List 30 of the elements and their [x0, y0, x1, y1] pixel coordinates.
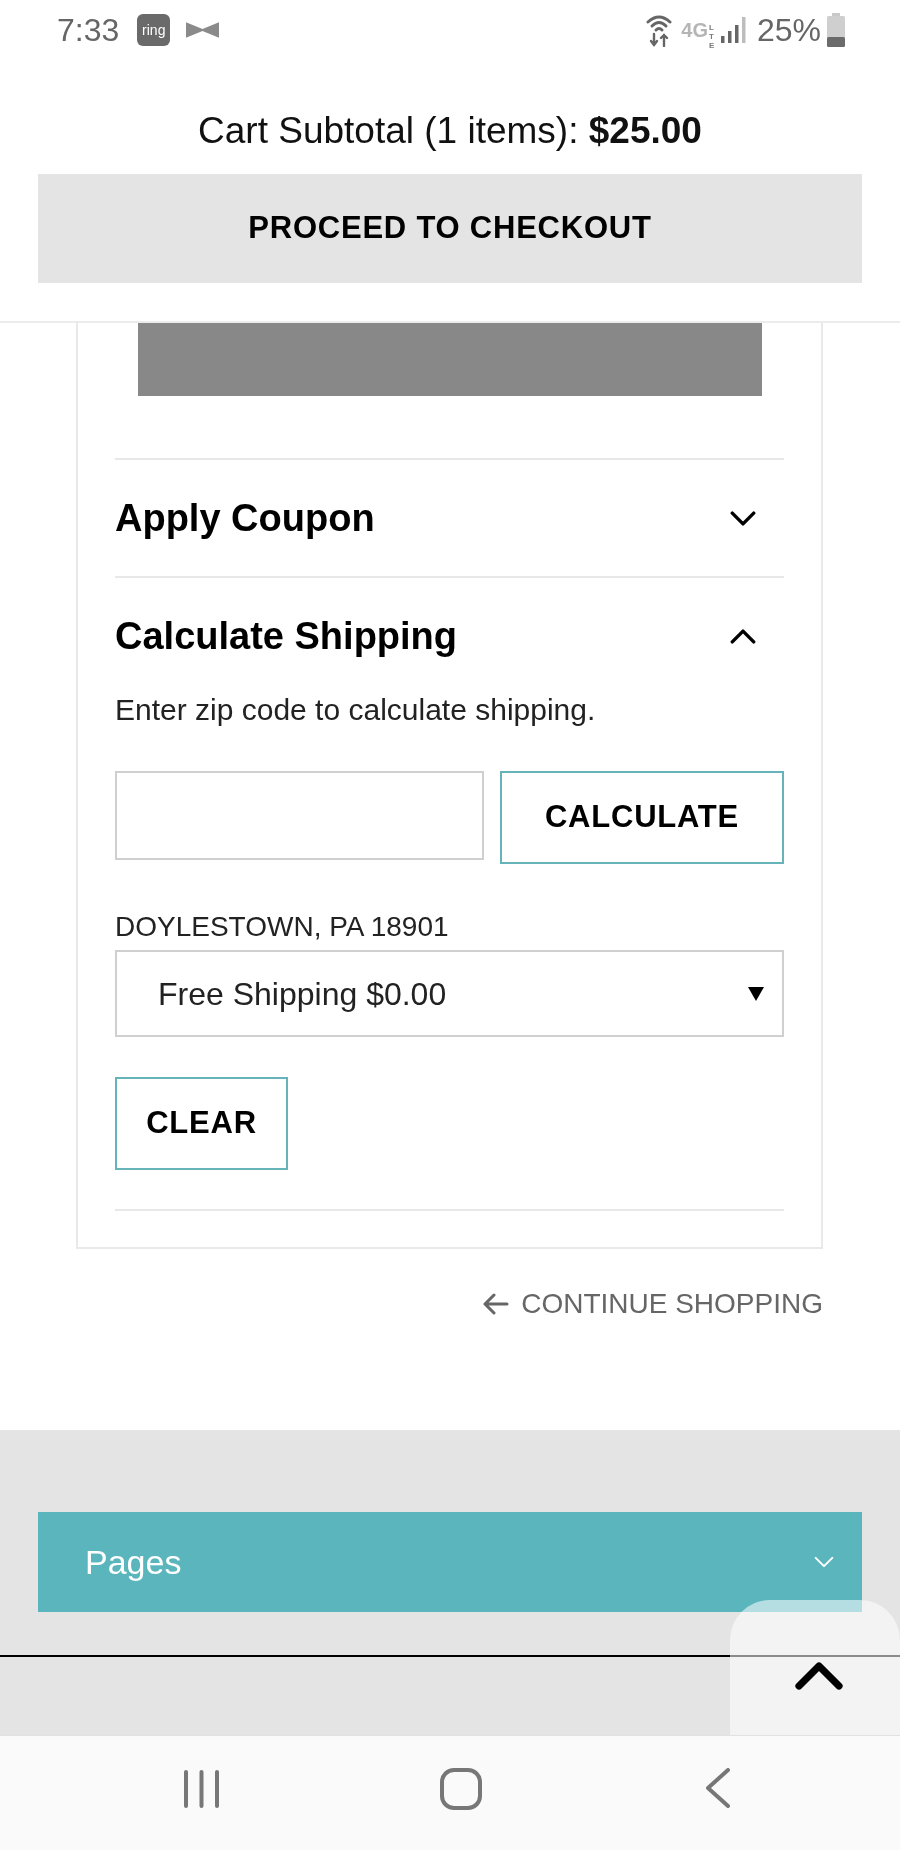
home-icon[interactable]: [440, 1768, 482, 1810]
continue-shopping-link[interactable]: CONTINUE SHOPPING: [483, 1289, 823, 1319]
back-icon[interactable]: [706, 1768, 730, 1808]
chevron-down-icon: [814, 1556, 834, 1568]
chevron-up-icon: [793, 1662, 845, 1690]
wifi-icon: [646, 13, 673, 47]
location-label: DOYLESTOWN, PA 18901: [115, 912, 450, 942]
clear-button[interactable]: CLEAR: [115, 1077, 288, 1170]
caret-icon: [748, 986, 764, 1001]
checkout-button[interactable]: PROCEED TO CHECKOUT: [38, 174, 862, 283]
cart-subtotal: Cart Subtotal (1 items): $25.00: [197, 110, 703, 152]
shipping-hint: Enter zip code to calculate shipping.: [115, 694, 597, 726]
scroll-to-top-button[interactable]: [730, 1600, 900, 1735]
chevron-up-icon: [730, 628, 756, 644]
network-subtype: LTE: [708, 24, 716, 51]
chevron-down-icon: [730, 510, 756, 526]
recents-icon[interactable]: [183, 1769, 220, 1809]
arrow-left-icon: [483, 1293, 510, 1315]
clock-time: 7:33: [57, 14, 120, 46]
battery-icon: [827, 13, 845, 47]
battery-percent: 25%: [756, 14, 821, 46]
signal-icon: [720, 17, 747, 43]
zip-code-field[interactable]: [115, 771, 484, 860]
network-type: 4G: [681, 20, 708, 40]
calculate-button[interactable]: CALCULATE: [500, 771, 784, 864]
shipping-select[interactable]: Free Shipping $0.00: [115, 950, 784, 1037]
app-logo: ring: [137, 14, 171, 46]
accordion-header[interactable]: Apply Coupon: [115, 460, 784, 576]
bow-icon: [186, 21, 220, 39]
accordion-header[interactable]: Calculate Shipping: [115, 578, 784, 694]
